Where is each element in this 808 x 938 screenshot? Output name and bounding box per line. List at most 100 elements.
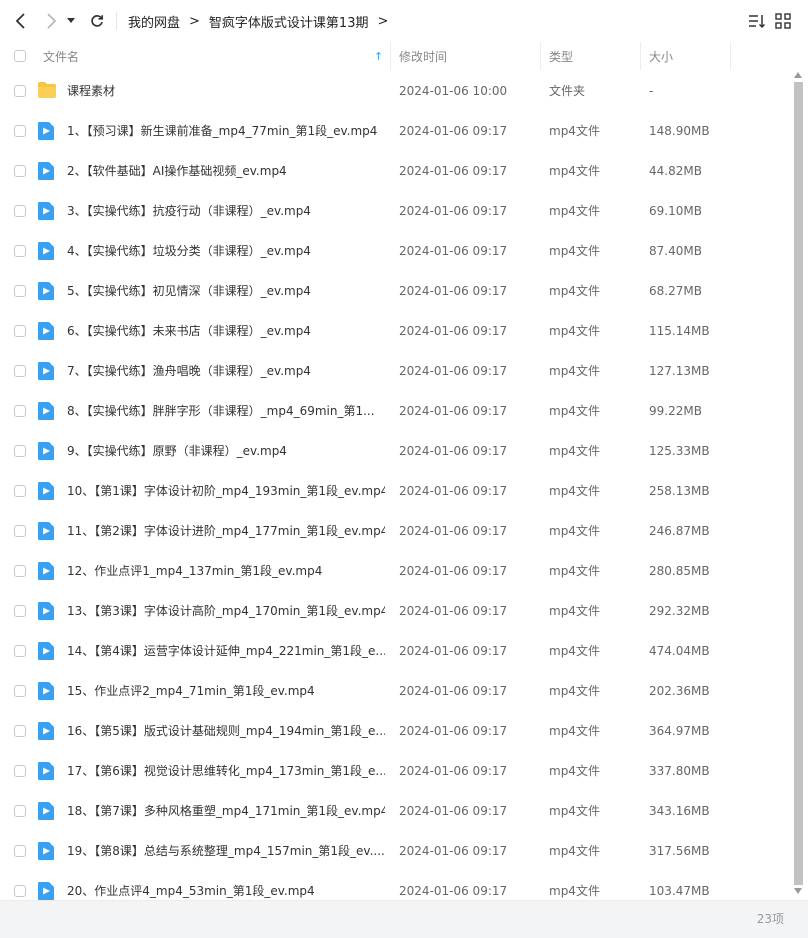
- file-name[interactable]: 3、【实操代练】抗疫行动（非课程）_ev.mp4: [67, 191, 385, 231]
- file-row[interactable]: 课程素材 2024-01-06 10:00 文件夹 -: [0, 71, 790, 111]
- file-name[interactable]: 14、【第4课】运营字体设计延伸_mp4_221min_第1段_e...: [67, 631, 385, 671]
- file-row[interactable]: 8、【实操代练】胖胖字形（非课程）_mp4_69min_第1... 2024-01…: [0, 391, 790, 431]
- breadcrumb-separator: >: [189, 13, 200, 29]
- video-file-icon: [37, 481, 57, 501]
- file-modified-time: 2024-01-06 10:00: [399, 84, 508, 98]
- back-button[interactable]: [10, 10, 32, 32]
- video-file-icon: [37, 841, 57, 861]
- sort-ascending-icon: ↑: [374, 49, 384, 63]
- file-row[interactable]: 10、【第1课】字体设计初阶_mp4_193min_第1段_ev.mp4 2024…: [0, 471, 790, 511]
- video-file-icon: [37, 561, 57, 581]
- select-all-checkbox[interactable]: [14, 50, 26, 62]
- breadcrumb-trail-arrow[interactable]: >: [377, 14, 388, 29]
- row-checkbox[interactable]: [14, 325, 26, 337]
- file-modified-time: 2024-01-06 09:17: [399, 684, 508, 698]
- row-checkbox[interactable]: [14, 805, 26, 817]
- file-modified-time: 2024-01-06 09:17: [399, 564, 508, 578]
- file-row[interactable]: 3、【实操代练】抗疫行动（非课程）_ev.mp4 2024-01-06 09:17…: [0, 191, 790, 231]
- file-row[interactable]: 5、【实操代练】初见情深（非课程）_ev.mp4 2024-01-06 09:17…: [0, 271, 790, 311]
- row-checkbox[interactable]: [14, 885, 26, 897]
- file-name[interactable]: 12、作业点评1_mp4_137min_第1段_ev.mp4: [67, 551, 385, 591]
- file-row[interactable]: 11、【第2课】字体设计进阶_mp4_177min_第1段_ev.mp4 2024…: [0, 511, 790, 551]
- column-modified[interactable]: 修改时间: [391, 42, 541, 70]
- file-row[interactable]: 4、【实操代练】垃圾分类（非课程）_ev.mp4 2024-01-06 09:17…: [0, 231, 790, 271]
- column-size[interactable]: 大小: [641, 42, 731, 70]
- row-checkbox[interactable]: [14, 685, 26, 697]
- file-size: 69.10MB: [649, 204, 702, 218]
- scroll-up-arrow[interactable]: [794, 72, 802, 78]
- row-checkbox[interactable]: [14, 165, 26, 177]
- file-name[interactable]: 15、作业点评2_mp4_71min_第1段_ev.mp4: [67, 671, 385, 711]
- row-checkbox[interactable]: [14, 125, 26, 137]
- file-name[interactable]: 2、【软件基础】AI操作基础视频_ev.mp4: [67, 151, 385, 191]
- file-row[interactable]: 2、【软件基础】AI操作基础视频_ev.mp4 2024-01-06 09:17 m…: [0, 151, 790, 191]
- file-name[interactable]: 5、【实操代练】初见情深（非课程）_ev.mp4: [67, 271, 385, 311]
- file-row[interactable]: 13、【第3课】字体设计高阶_mp4_170min_第1段_ev.mp4 2024…: [0, 591, 790, 631]
- sort-button[interactable]: [748, 12, 766, 30]
- file-name[interactable]: 4、【实操代练】垃圾分类（非课程）_ev.mp4: [67, 231, 385, 271]
- file-size: 44.82MB: [649, 164, 702, 178]
- history-dropdown-button[interactable]: [64, 10, 78, 32]
- scrollbar-thumb[interactable]: [794, 82, 803, 885]
- file-row[interactable]: 1、【预习课】新生课前准备_mp4_77min_第1段_ev.mp4 2024-0…: [0, 111, 790, 151]
- column-name[interactable]: 文件名 ↑: [0, 42, 391, 70]
- file-name[interactable]: 1、【预习课】新生课前准备_mp4_77min_第1段_ev.mp4: [67, 111, 385, 151]
- video-file-icon: [37, 641, 57, 661]
- file-name[interactable]: 10、【第1课】字体设计初阶_mp4_193min_第1段_ev.mp4: [67, 471, 385, 511]
- row-checkbox[interactable]: [14, 445, 26, 457]
- row-checkbox[interactable]: [14, 485, 26, 497]
- row-checkbox[interactable]: [14, 205, 26, 217]
- top-toolbar: 我的网盘 > 智疯字体版式设计课第13期 >: [0, 0, 808, 42]
- row-checkbox[interactable]: [14, 765, 26, 777]
- file-row[interactable]: 12、作业点评1_mp4_137min_第1段_ev.mp4 2024-01-06…: [0, 551, 790, 591]
- file-name[interactable]: 17、【第6课】视觉设计思维转化_mp4_173min_第1段_e...: [67, 751, 385, 791]
- row-checkbox[interactable]: [14, 605, 26, 617]
- view-mode-button[interactable]: [774, 12, 792, 30]
- row-checkbox[interactable]: [14, 525, 26, 537]
- file-row[interactable]: 16、【第5课】版式设计基础规则_mp4_194min_第1段_e... 2024…: [0, 711, 790, 751]
- refresh-button[interactable]: [86, 10, 108, 32]
- file-row[interactable]: 18、【第7课】多种风格重塑_mp4_171min_第1段_ev.mp4 2024…: [0, 791, 790, 831]
- file-row[interactable]: 15、作业点评2_mp4_71min_第1段_ev.mp4 2024-01-06 …: [0, 671, 790, 711]
- video-file-icon: [37, 881, 57, 901]
- row-checkbox[interactable]: [14, 645, 26, 657]
- file-type: mp4文件: [549, 444, 600, 458]
- file-name[interactable]: 6、【实操代练】未来书店（非课程）_ev.mp4: [67, 311, 385, 351]
- file-name[interactable]: 16、【第5课】版式设计基础规则_mp4_194min_第1段_e...: [67, 711, 385, 751]
- file-row[interactable]: 9、【实操代练】原野（非课程）_ev.mp4 2024-01-06 09:17 mp…: [0, 431, 790, 471]
- scroll-down-arrow[interactable]: [794, 888, 802, 894]
- row-checkbox[interactable]: [14, 565, 26, 577]
- file-name[interactable]: 13、【第3课】字体设计高阶_mp4_170min_第1段_ev.mp4: [67, 591, 385, 631]
- file-type: mp4文件: [549, 124, 600, 138]
- file-name[interactable]: 8、【实操代练】胖胖字形（非课程）_mp4_69min_第1...: [67, 391, 385, 431]
- file-name[interactable]: 18、【第7课】多种风格重塑_mp4_171min_第1段_ev.mp4: [67, 791, 385, 831]
- file-name[interactable]: 19、【第8课】总结与系统整理_mp4_157min_第1段_ev....: [67, 831, 385, 871]
- file-type: mp4文件: [549, 284, 600, 298]
- column-size-label: 大小: [649, 49, 674, 64]
- column-type[interactable]: 类型: [541, 42, 641, 70]
- breadcrumb-item-current[interactable]: 智疯字体版式设计课第13期: [209, 12, 369, 31]
- file-name[interactable]: 课程素材: [67, 71, 385, 111]
- file-name[interactable]: 9、【实操代练】原野（非课程）_ev.mp4: [67, 431, 385, 471]
- row-checkbox[interactable]: [14, 845, 26, 857]
- chevron-left-icon: [15, 13, 25, 29]
- file-modified-time: 2024-01-06 09:17: [399, 164, 508, 178]
- file-row[interactable]: 19、【第8课】总结与系统整理_mp4_157min_第1段_ev.... 202…: [0, 831, 790, 871]
- forward-button[interactable]: [40, 10, 62, 32]
- file-row[interactable]: 14、【第4课】运营字体设计延伸_mp4_221min_第1段_e... 2024…: [0, 631, 790, 671]
- row-checkbox[interactable]: [14, 245, 26, 257]
- row-checkbox[interactable]: [14, 85, 26, 97]
- file-name[interactable]: 7、【实操代练】渔舟唱晚（非课程）_ev.mp4: [67, 351, 385, 391]
- file-row[interactable]: 17、【第6课】视觉设计思维转化_mp4_173min_第1段_e... 2024…: [0, 751, 790, 791]
- row-checkbox[interactable]: [14, 365, 26, 377]
- breadcrumb-item-root[interactable]: 我的网盘: [128, 12, 180, 31]
- file-row[interactable]: 7、【实操代练】渔舟唱晚（非课程）_ev.mp4 2024-01-06 09:17…: [0, 351, 790, 391]
- file-name[interactable]: 11、【第2课】字体设计进阶_mp4_177min_第1段_ev.mp4: [67, 511, 385, 551]
- file-size: 125.33MB: [649, 444, 710, 458]
- file-type: mp4文件: [549, 604, 600, 618]
- file-size: 364.97MB: [649, 724, 710, 738]
- row-checkbox[interactable]: [14, 285, 26, 297]
- row-checkbox[interactable]: [14, 405, 26, 417]
- row-checkbox[interactable]: [14, 725, 26, 737]
- file-row[interactable]: 6、【实操代练】未来书店（非课程）_ev.mp4 2024-01-06 09:17…: [0, 311, 790, 351]
